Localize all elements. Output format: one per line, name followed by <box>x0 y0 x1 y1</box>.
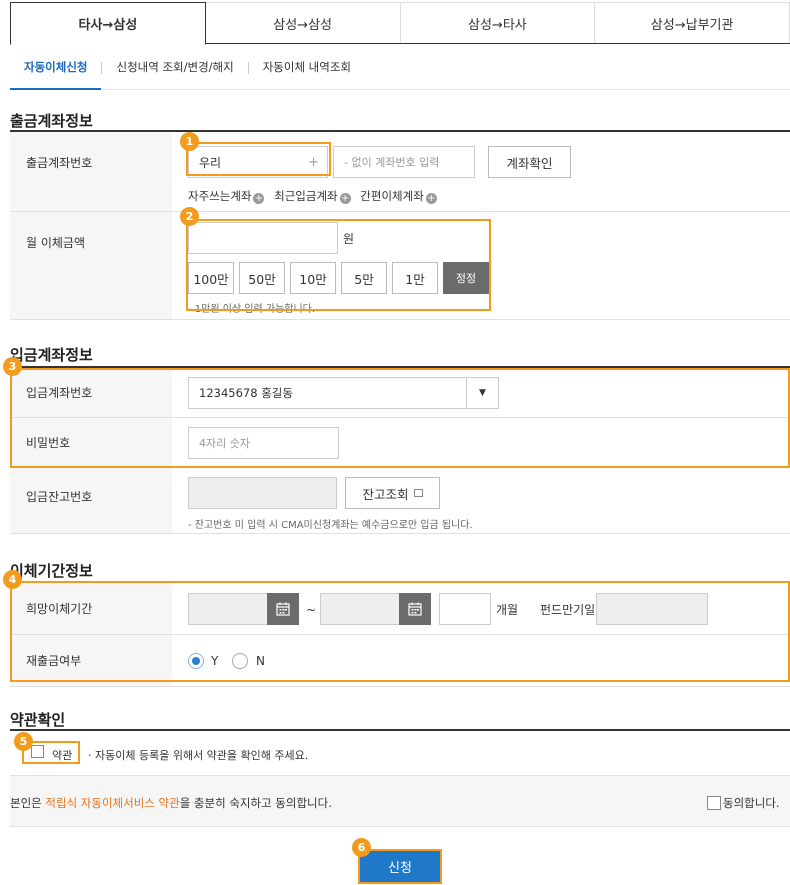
amount-reset-button[interactable]: 정정 <box>443 262 489 294</box>
withdraw-account-input[interactable]: - 없이 계좌번호 입력 <box>333 146 475 178</box>
step-badge-3: 3 <box>3 357 22 376</box>
tab-samsung-to-samsung[interactable]: 삼성→삼성 <box>205 2 401 43</box>
terms-divider <box>10 729 790 731</box>
balance-note: - 잔고번호 미 입력 시 CMA미신청계좌는 예수금으로만 입금 됩니다. <box>188 520 473 531</box>
months-unit: 개월 <box>496 603 519 617</box>
deposit-form: 입금계좌번호 12345678 홍길동 ▼ 비밀번호 4자리 숫자 입금잔고번호… <box>10 366 790 534</box>
agreement-box: 본인은 적립식 자동이체서비스 약관을 충분히 숙지하고 동의합니다. 동의합니… <box>10 775 790 827</box>
period-label: 희망이체기간 <box>10 583 172 634</box>
amount-note: - 1만원 이상 입력 가능합니다. <box>188 304 316 315</box>
step-badge-1: 1 <box>180 132 199 151</box>
period-tilde: ~ <box>306 603 317 617</box>
easy-account-link[interactable]: 간편이체계좌 + <box>360 189 437 204</box>
deposit-account-select[interactable]: 12345678 홍길동 ▼ <box>188 377 499 409</box>
amount-50k-button[interactable]: 5만 <box>341 262 387 294</box>
amount-row: 월 이체금액 원 100만 50만 10만 5만 1만 정정 - 1만원 이상 … <box>10 212 790 320</box>
terms-section-title: 약관확인 <box>10 711 66 729</box>
popup-icon <box>413 489 423 497</box>
amount-input[interactable] <box>188 222 338 254</box>
plus-circle-icon: + <box>253 193 265 204</box>
step-badge-5: 5 <box>14 732 33 751</box>
sub-tab-bar: 자동이체신청 신청내역 조회/변경/해지 자동이체 내역조회 <box>10 56 790 90</box>
quick-links: 자주쓰는계좌 + 최근입금계좌 + 간편이체계좌 + <box>188 188 437 204</box>
balance-row: 입금잔고번호 잔고조회 - 잔고번호 미 입력 시 CMA미신청계좌는 예수금으… <box>10 468 790 534</box>
deposit-section-title: 입금계좌정보 <box>10 346 93 364</box>
step-badge-2: 2 <box>180 207 199 226</box>
subtab-history-manage[interactable]: 신청내역 조회/변경/해지 <box>102 56 247 90</box>
start-date-input[interactable] <box>188 593 268 625</box>
plus-circle-icon: + <box>425 193 437 204</box>
amount-10k-button[interactable]: 1만 <box>392 262 438 294</box>
terms-checkbox[interactable] <box>31 745 44 758</box>
calendar-icon[interactable] <box>399 593 431 625</box>
account-confirm-button[interactable]: 계좌확인 <box>488 146 571 178</box>
reorder-label: 재출금여부 <box>10 635 172 686</box>
withdraw-form: 출금계좌번호 우리 + - 없이 계좌번호 입력 계좌확인 자주쓰는계좌 + 최근… <box>10 130 790 320</box>
balance-label: 입금잔고번호 <box>10 468 172 533</box>
subtab-apply[interactable]: 자동이체신청 <box>10 56 102 90</box>
frequent-account-link[interactable]: 자주쓰는계좌 + <box>188 189 265 204</box>
step-badge-6: 6 <box>352 838 371 857</box>
deposit-account-label: 입금계좌번호 <box>10 368 172 417</box>
calendar-icon[interactable] <box>267 593 299 625</box>
agree-checkbox-label[interactable]: 동의합니다. <box>723 795 780 811</box>
plus-icon: + <box>308 154 319 170</box>
balance-input[interactable] <box>188 477 337 509</box>
bank-select[interactable]: 우리 + <box>188 146 328 178</box>
step-badge-4: 4 <box>3 570 22 589</box>
withdraw-section-title: 출금계좌정보 <box>10 112 93 130</box>
reorder-yes-radio[interactable] <box>188 653 204 669</box>
amount-label: 월 이체금액 <box>10 212 172 319</box>
agree-checkbox[interactable] <box>707 796 721 810</box>
terms-checkbox-label[interactable]: 약관 <box>52 747 72 763</box>
reorder-row: 재출금여부 Y N <box>10 635 790 687</box>
dropdown-arrow-icon[interactable]: ▼ <box>466 378 498 408</box>
reorder-yes-label: Y <box>211 654 219 668</box>
reorder-no-label: N <box>256 654 265 668</box>
fund-maturity-label: 펀드만기일 <box>540 603 596 617</box>
reorder-no-radio[interactable] <box>232 653 248 669</box>
deposit-password-label: 비밀번호 <box>10 418 172 467</box>
balance-lookup-button[interactable]: 잔고조회 <box>345 477 440 509</box>
amount-unit: 원 <box>343 232 355 246</box>
tab-samsung-to-other[interactable]: 삼성→타사 <box>400 2 596 43</box>
amount-1m-button[interactable]: 100만 <box>188 262 234 294</box>
tab-other-to-samsung[interactable]: 타사→삼성 <box>10 2 206 45</box>
months-input[interactable] <box>439 593 491 625</box>
end-date-input[interactable] <box>320 593 400 625</box>
withdraw-account-label: 출금계좌번호 <box>10 132 172 211</box>
deposit-account-row: 입금계좌번호 12345678 홍길동 ▼ <box>10 368 790 418</box>
recent-account-link[interactable]: 최근입금계좌 + <box>274 189 351 204</box>
tab-samsung-to-payee[interactable]: 삼성→납부기관 <box>595 2 790 43</box>
terms-link[interactable]: 적립식 자동이체서비스 약관 <box>45 796 179 810</box>
withdraw-account-row: 출금계좌번호 우리 + - 없이 계좌번호 입력 계좌확인 자주쓰는계좌 + 최근… <box>10 132 790 212</box>
agreement-text: 본인은 적립식 자동이체서비스 약관을 충분히 숙지하고 동의합니다. <box>10 796 332 810</box>
terms-notice: · 자동이체 등록을 위해서 약관을 확인해 주세요. <box>88 749 309 762</box>
fund-maturity-input[interactable] <box>596 593 708 625</box>
deposit-password-row: 비밀번호 4자리 숫자 <box>10 418 790 468</box>
top-tab-bar: 타사→삼성 삼성→삼성 삼성→타사 삼성→납부기관 <box>10 2 790 45</box>
period-row: 희망이체기간 ~ 개월 펀드만기일 <box>10 583 790 635</box>
period-section-title: 이체기간정보 <box>10 562 93 580</box>
period-form: 희망이체기간 ~ 개월 펀드만기일 재출금여부 Y N <box>10 581 790 687</box>
amount-500k-button[interactable]: 50만 <box>239 262 285 294</box>
subtab-transfer-history[interactable]: 자동이체 내역조회 <box>249 56 365 90</box>
password-input[interactable]: 4자리 숫자 <box>188 427 339 459</box>
plus-circle-icon: + <box>339 193 351 204</box>
submit-button[interactable]: 신청 <box>360 851 440 882</box>
amount-100k-button[interactable]: 10만 <box>290 262 336 294</box>
